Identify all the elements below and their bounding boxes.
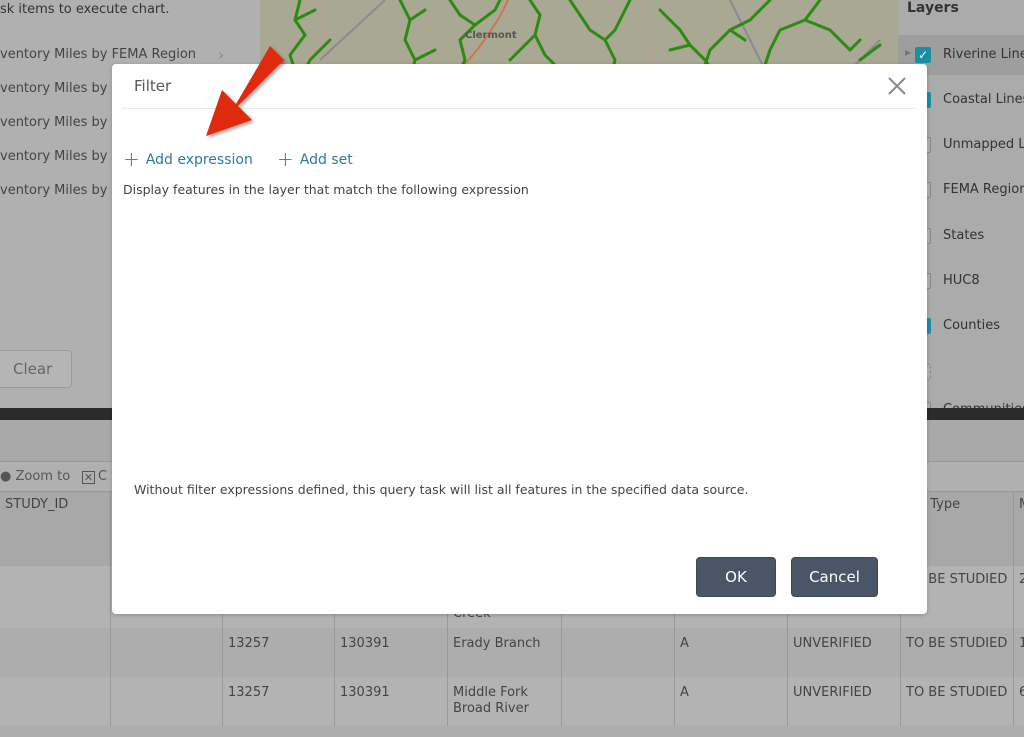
table-cell: A [674, 677, 787, 726]
plus-icon: + [123, 147, 140, 171]
chevron-right-icon: › [218, 46, 224, 64]
zoom-to-button[interactable]: ● Zoom to [0, 469, 70, 484]
table-row[interactable] [0, 726, 1024, 737]
layer-label: Unmapped L [943, 137, 1024, 152]
close-icon [888, 77, 906, 95]
table-cell: 13257 [222, 628, 334, 677]
add-expression-link[interactable]: + Add expression [123, 147, 253, 171]
chart-item-label: ventory Miles by C [0, 183, 121, 198]
plus-icon: + [277, 147, 294, 171]
clear-selection-label: C [98, 469, 108, 484]
table-cell: UNVERIFIED [787, 677, 900, 726]
layer-checkbox[interactable]: ✓ [915, 47, 931, 63]
table-cell [110, 628, 222, 677]
layer-label: FEMA Region [943, 182, 1024, 197]
table-cell: Erady Branch [447, 628, 561, 677]
column-header[interactable]: M [1013, 492, 1024, 566]
table-cell [0, 628, 110, 677]
table-cell [0, 566, 110, 628]
chart-item-label: ventory Miles by St [0, 81, 125, 96]
layer-label: HUC8 [943, 273, 980, 288]
clear-selection-button[interactable]: ✕ C [82, 469, 107, 484]
clear-button[interactable]: Clear [0, 350, 72, 388]
column-header[interactable]: STUDY_ID [0, 492, 110, 566]
zoom-to-label: Zoom to [15, 469, 71, 484]
table-cell: 1 [1013, 628, 1024, 677]
table-row[interactable]: 13257 130391 Middle Fork Broad River A U… [0, 677, 1024, 726]
table-cell: 13257 [222, 677, 334, 726]
chart-item-fema-region[interactable]: ventory Miles by FEMA Region › [0, 46, 240, 64]
chart-item-label: ventory Miles by H [0, 115, 122, 130]
map-label-clermont: Clermont [465, 30, 517, 41]
close-button[interactable] [885, 74, 909, 98]
dialog-title: Filter [134, 77, 172, 95]
table-cell: 130391 [334, 628, 447, 677]
table-cell: UNVERIFIED [787, 628, 900, 677]
layer-label: States [943, 228, 985, 243]
table-cell: 6 [1013, 677, 1024, 726]
layer-label: Counties [943, 318, 1000, 333]
map-pin-icon: ● [0, 469, 12, 484]
table-cell [110, 677, 222, 726]
table-cell: TO BE STUDIED [900, 628, 1013, 677]
chart-item-label: ventory Miles by C [0, 149, 121, 164]
add-expression-label: Add expression [145, 152, 253, 168]
chart-hint: sk items to execute chart. [0, 2, 170, 17]
add-set-label: Add set [299, 152, 353, 168]
layers-title: Layers [907, 0, 959, 16]
table-row[interactable]: 13257 130391 Erady Branch A UNVERIFIED T… [0, 628, 1024, 677]
cancel-button[interactable]: Cancel [791, 557, 878, 597]
table-cell [561, 628, 674, 677]
clear-box-icon: ✕ [82, 471, 95, 484]
table-cell: A [674, 628, 787, 677]
layer-label: Riverine Lines [943, 47, 1024, 62]
layer-label: Coastal Lines [943, 92, 1024, 107]
chart-item-label: ventory Miles by FEMA Region [0, 47, 197, 62]
table-cell: TO BE STUDIED [900, 677, 1013, 726]
filter-note: Without filter expressions defined, this… [134, 482, 749, 497]
table-cell [561, 677, 674, 726]
add-set-link[interactable]: + Add set [277, 147, 353, 171]
filter-dialog: Filter + Add expression + Add set Display … [112, 64, 927, 614]
dialog-header: Filter [122, 64, 917, 109]
expand-caret-icon[interactable]: ▶ [905, 48, 911, 57]
table-cell: Middle Fork Broad River [447, 677, 561, 726]
ok-button[interactable]: OK [696, 557, 776, 597]
filter-description: Display features in the layer that match… [123, 182, 529, 197]
table-cell [0, 677, 110, 726]
table-cell: 2 [1013, 566, 1024, 628]
table-cell: 130391 [334, 677, 447, 726]
